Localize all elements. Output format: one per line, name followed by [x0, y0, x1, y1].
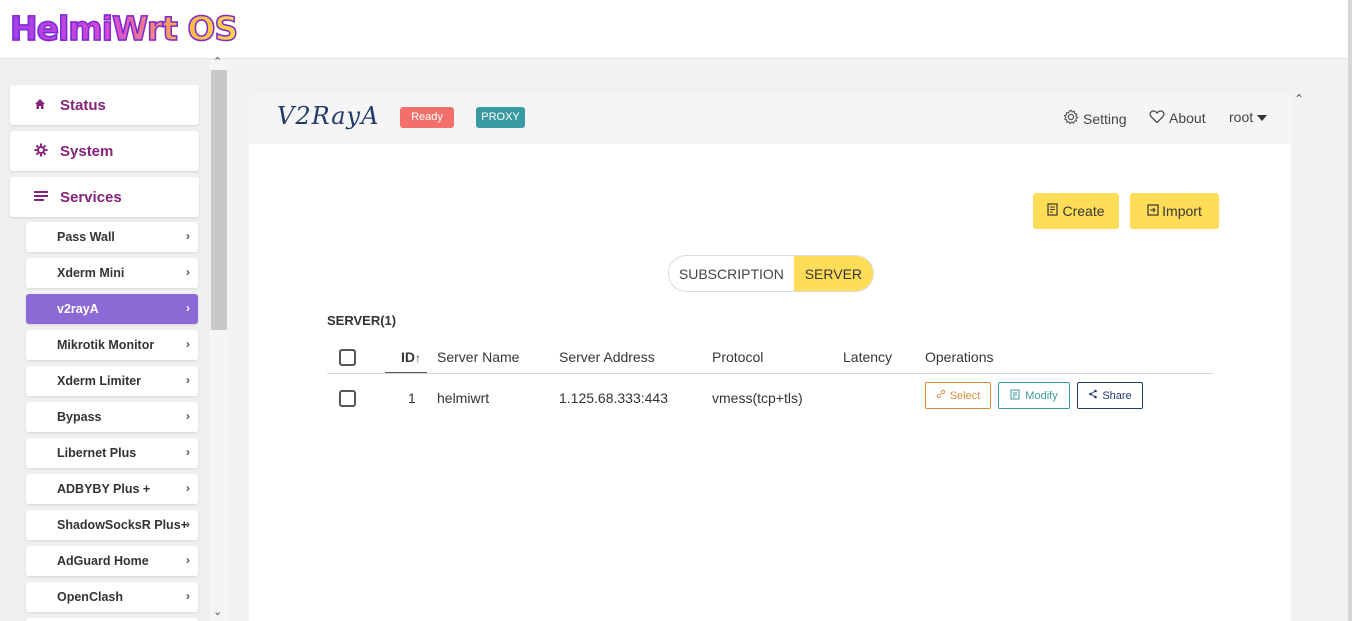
sidebar-item-status[interactable]: Status: [10, 85, 199, 125]
column-header-server-name[interactable]: Server Name: [437, 349, 519, 365]
sidebar-subitem-label: Libernet Plus: [57, 446, 137, 460]
gear-icon: [34, 143, 54, 160]
sidebar-scrollbar-thumb[interactable]: [211, 70, 227, 330]
chevron-right-icon: ›: [186, 589, 190, 603]
sidebar-subitem-label: ShadowSocksR Plus+: [57, 518, 188, 532]
cell-protocol: vmess(tcp+tls): [712, 390, 803, 406]
sidebar-item-label: System: [60, 142, 114, 160]
chevron-right-icon: ›: [186, 265, 190, 279]
sort-ascending-icon: ↑: [415, 351, 421, 365]
import-button[interactable]: Import: [1130, 193, 1219, 229]
scroll-down-icon[interactable]: ⌄: [213, 605, 222, 618]
sidebar-subitem-shadowsocksr-plus[interactable]: ShadowSocksR Plus+ ›: [26, 510, 198, 540]
view-toggle: SUBSCRIPTION SERVER: [668, 255, 874, 292]
cell-id: 1: [408, 390, 416, 406]
sidebar-subitem-openclash[interactable]: OpenClash ›: [26, 582, 198, 612]
edit-icon: [1010, 389, 1021, 403]
column-header-id[interactable]: ID↑: [401, 349, 421, 365]
sidebar-subitem-label: Mikrotik Monitor: [57, 338, 155, 352]
chevron-right-icon: ›: [186, 409, 190, 423]
section-title: SERVER(1): [327, 313, 397, 328]
mode-badge[interactable]: PROXY: [476, 107, 525, 128]
row-checkbox[interactable]: [339, 390, 356, 407]
import-icon: [1147, 203, 1159, 219]
sidebar-subitem-adbyby-plus[interactable]: ADBYBY Plus + ›: [26, 474, 198, 504]
column-header-protocol[interactable]: Protocol: [712, 349, 763, 365]
v2raya-panel: V2RayA Ready PROXY Setting About root Cr…: [249, 94, 1291, 621]
scroll-up-icon[interactable]: ⌃: [213, 55, 222, 68]
setting-label: Setting: [1083, 110, 1127, 127]
chevron-right-icon: ›: [186, 301, 190, 315]
sidebar-subitem-label: v2rayA: [57, 302, 99, 316]
sidebar: Status System Services Pass Wall › Xderm …: [0, 60, 210, 621]
select-all-checkbox[interactable]: [339, 349, 356, 366]
modify-button[interactable]: Modify: [998, 382, 1070, 409]
sidebar-subitem-xderm-limiter[interactable]: Xderm Limiter ›: [26, 366, 198, 396]
top-header: HelmiWrt OS: [0, 0, 1352, 59]
sidebar-subitem-bypass[interactable]: Bypass ›: [26, 402, 198, 432]
column-header-server-address[interactable]: Server Address: [559, 349, 655, 365]
column-header-label: ID: [401, 349, 415, 365]
sidebar-subitem-label: OpenClash: [57, 590, 123, 604]
page-scrollbar[interactable]: [1348, 0, 1352, 621]
table-header-divider: [327, 373, 1213, 374]
sidebar-item-label: Services: [60, 188, 122, 206]
select-label: Select: [949, 389, 981, 402]
select-button[interactable]: Select: [925, 382, 991, 409]
sidebar-item-services[interactable]: Services: [10, 177, 199, 217]
create-icon: [1047, 203, 1059, 219]
link-icon: [936, 389, 946, 402]
caret-down-icon: [1257, 109, 1268, 125]
chevron-right-icon: ›: [186, 373, 190, 387]
user-menu[interactable]: root: [1229, 109, 1268, 125]
chevron-right-icon: ›: [186, 337, 190, 351]
tab-server[interactable]: SERVER: [793, 256, 873, 291]
brand-logo[interactable]: HelmiWrt OS: [9, 8, 239, 49]
modify-label: Modify: [1025, 389, 1058, 402]
main-scroll-up-icon[interactable]: ⌃: [1294, 92, 1304, 106]
cell-server-address: 1.125.68.333:443: [559, 390, 668, 406]
chevron-right-icon: ›: [186, 553, 190, 567]
share-label: Share: [1102, 389, 1132, 402]
sidebar-subitem-libernet-plus[interactable]: Libernet Plus ›: [26, 438, 198, 468]
column-header-operations: Operations: [925, 349, 994, 365]
status-badge[interactable]: Ready: [400, 107, 454, 128]
sidebar-subitem-xderm-mini[interactable]: Xderm Mini ›: [26, 258, 198, 288]
chevron-right-icon: ›: [186, 229, 190, 243]
sidebar-subitem-label: Xderm Mini: [57, 266, 125, 280]
sidebar-subitem-v2raya[interactable]: v2rayA ›: [26, 294, 198, 324]
v2raya-brand[interactable]: V2RayA: [277, 102, 379, 130]
chevron-right-icon: ›: [186, 445, 190, 459]
sidebar-subitem-label: Bypass: [57, 410, 102, 424]
column-header-latency[interactable]: Latency: [843, 349, 892, 365]
create-label: Create: [1062, 203, 1105, 219]
import-label: Import: [1162, 203, 1202, 219]
share-icon: [1088, 389, 1098, 402]
list-icon: [34, 190, 54, 205]
sidebar-subitem-label: Pass Wall: [57, 230, 115, 244]
home-icon: [34, 98, 54, 113]
sidebar-subitem-label: Xderm Limiter: [57, 374, 142, 388]
sidebar-item-system[interactable]: System: [10, 131, 199, 171]
sidebar-item-label: Status: [60, 96, 106, 114]
cell-server-name: helmiwrt: [437, 390, 490, 406]
sidebar-subitem-pass-wall[interactable]: Pass Wall ›: [26, 222, 198, 252]
tab-subscription[interactable]: SUBSCRIPTION: [669, 256, 794, 291]
chevron-right-icon: ›: [186, 517, 190, 531]
user-label: root: [1229, 109, 1254, 125]
create-button[interactable]: Create: [1033, 193, 1119, 229]
gear-icon: [1063, 109, 1079, 128]
about-label: About: [1169, 110, 1206, 126]
share-button[interactable]: Share: [1077, 382, 1143, 409]
sidebar-subitem-label: AdGuard Home: [57, 554, 149, 568]
heart-icon: [1149, 109, 1165, 127]
sidebar-subitem-mikrotik-monitor[interactable]: Mikrotik Monitor ›: [26, 330, 198, 360]
setting-link[interactable]: Setting: [1063, 109, 1127, 128]
v2raya-navbar: V2RayA Ready PROXY Setting About root: [249, 94, 1291, 144]
sidebar-subitem-label: ADBYBY Plus +: [57, 482, 151, 496]
sidebar-subitem-adguard-home[interactable]: AdGuard Home ›: [26, 546, 198, 576]
chevron-right-icon: ›: [186, 481, 190, 495]
about-link[interactable]: About: [1149, 109, 1206, 127]
